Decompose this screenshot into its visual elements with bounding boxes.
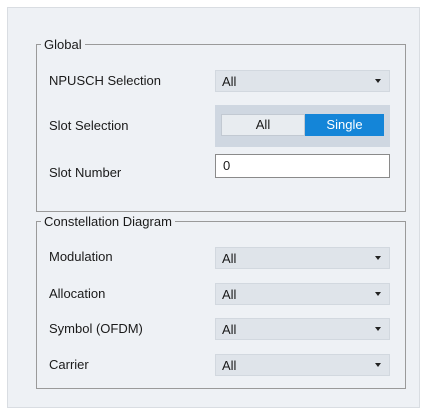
- slot-selection-all-button[interactable]: All: [221, 114, 305, 136]
- chevron-down-icon: [375, 363, 381, 367]
- slot-number-input[interactable]: 0: [215, 154, 390, 178]
- slot-selection-toggle: All Single: [215, 105, 390, 147]
- carrier-dropdown[interactable]: All: [215, 354, 390, 376]
- allocation-label: Allocation: [49, 286, 106, 301]
- modulation-dropdown[interactable]: All: [215, 247, 390, 269]
- chevron-down-icon: [375, 79, 381, 83]
- allocation-dropdown[interactable]: All: [215, 283, 390, 305]
- slot-number-value: 0: [223, 158, 231, 173]
- symbol-ofdm-value: All: [222, 322, 237, 337]
- settings-panel: Global NPUSCH Selection All Slot Selecti…: [7, 7, 420, 408]
- npusch-selection-label: NPUSCH Selection: [49, 73, 161, 88]
- global-group-title: Global: [41, 37, 85, 53]
- carrier-label: Carrier: [49, 357, 89, 372]
- npusch-selection-dropdown[interactable]: All: [215, 70, 390, 92]
- slot-selection-label: Slot Selection: [49, 118, 129, 133]
- chevron-down-icon: [375, 256, 381, 260]
- carrier-value: All: [222, 358, 237, 373]
- symbol-ofdm-label: Symbol (OFDM): [49, 321, 143, 336]
- npusch-selection-value: All: [222, 74, 237, 89]
- slot-selection-single-button[interactable]: Single: [305, 114, 384, 136]
- allocation-value: All: [222, 287, 237, 302]
- slot-number-label: Slot Number: [49, 165, 122, 180]
- modulation-value: All: [222, 251, 237, 266]
- chevron-down-icon: [375, 292, 381, 296]
- symbol-ofdm-dropdown[interactable]: All: [215, 318, 390, 340]
- chevron-down-icon: [375, 327, 381, 331]
- modulation-label: Modulation: [49, 249, 113, 264]
- constellation-group-title: Constellation Diagram: [41, 214, 175, 230]
